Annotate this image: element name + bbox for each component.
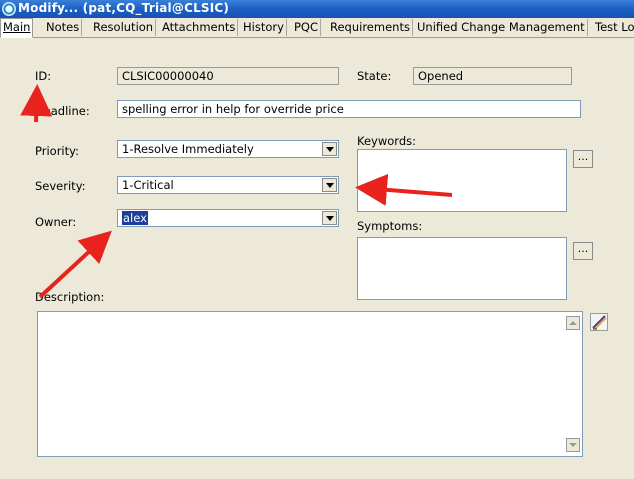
tab-history[interactable]: History [241, 19, 287, 36]
severity-value: 1-Critical [122, 178, 174, 192]
chevron-down-icon[interactable] [322, 142, 337, 156]
scroll-up-icon[interactable] [566, 316, 580, 330]
keywords-list[interactable] [357, 149, 567, 212]
headline-input[interactable]: spelling error in help for override pric… [117, 100, 581, 118]
clearquest-icon [2, 2, 16, 16]
owner-label: Owner: [35, 215, 77, 229]
symptoms-list[interactable] [357, 237, 567, 300]
arrow-to-owner [38, 230, 112, 299]
tab-requirements[interactable]: Requirements [328, 19, 413, 36]
id-field: CLSIC00000040 [117, 67, 339, 85]
priority-label: Priority: [35, 144, 79, 158]
window-title: Modify... (pat,CQ_Trial@CLSIC) [18, 1, 230, 15]
priority-select[interactable]: 1-Resolve Immediately [117, 140, 339, 158]
tab-attachments[interactable]: Attachments [160, 19, 239, 36]
owner-select[interactable]: alex [117, 209, 339, 227]
headline-label: Headline: [35, 104, 90, 118]
id-label: ID: [35, 69, 52, 83]
chevron-down-icon[interactable] [322, 211, 337, 225]
modify-window: Modify... (pat,CQ_Trial@CLSIC) Main Note… [0, 0, 634, 479]
tab-main[interactable]: Main [0, 18, 34, 38]
severity-select[interactable]: 1-Critical [117, 176, 339, 194]
title-bar[interactable]: Modify... (pat,CQ_Trial@CLSIC) [0, 0, 634, 18]
tab-resolution[interactable]: Resolution [91, 19, 157, 36]
scroll-down-icon[interactable] [566, 438, 580, 452]
state-field: Opened [413, 67, 572, 85]
tab-notes[interactable]: Notes [44, 19, 83, 36]
description-scrollbar[interactable] [565, 312, 582, 456]
tab-strip: Main Notes Resolution Attachments Histor… [0, 18, 634, 38]
priority-value: 1-Resolve Immediately [122, 142, 254, 156]
symptoms-browse-button[interactable]: ... [573, 242, 593, 260]
keywords-label: Keywords: [357, 134, 416, 148]
state-label: State: [357, 69, 392, 83]
edit-pencil-icon[interactable] [590, 313, 608, 331]
tab-unified-change-management[interactable]: Unified Change Management [415, 19, 588, 36]
description-label: Description: [35, 290, 105, 304]
owner-value: alex [122, 211, 148, 225]
description-textarea[interactable] [37, 311, 583, 457]
tab-pqc[interactable]: PQC [292, 19, 322, 36]
keywords-browse-button[interactable]: ... [573, 150, 593, 168]
chevron-down-icon[interactable] [322, 178, 337, 192]
symptoms-label: Symptoms: [357, 219, 423, 233]
severity-label: Severity: [35, 179, 86, 193]
tab-test-log[interactable]: Test Lo [593, 19, 634, 36]
